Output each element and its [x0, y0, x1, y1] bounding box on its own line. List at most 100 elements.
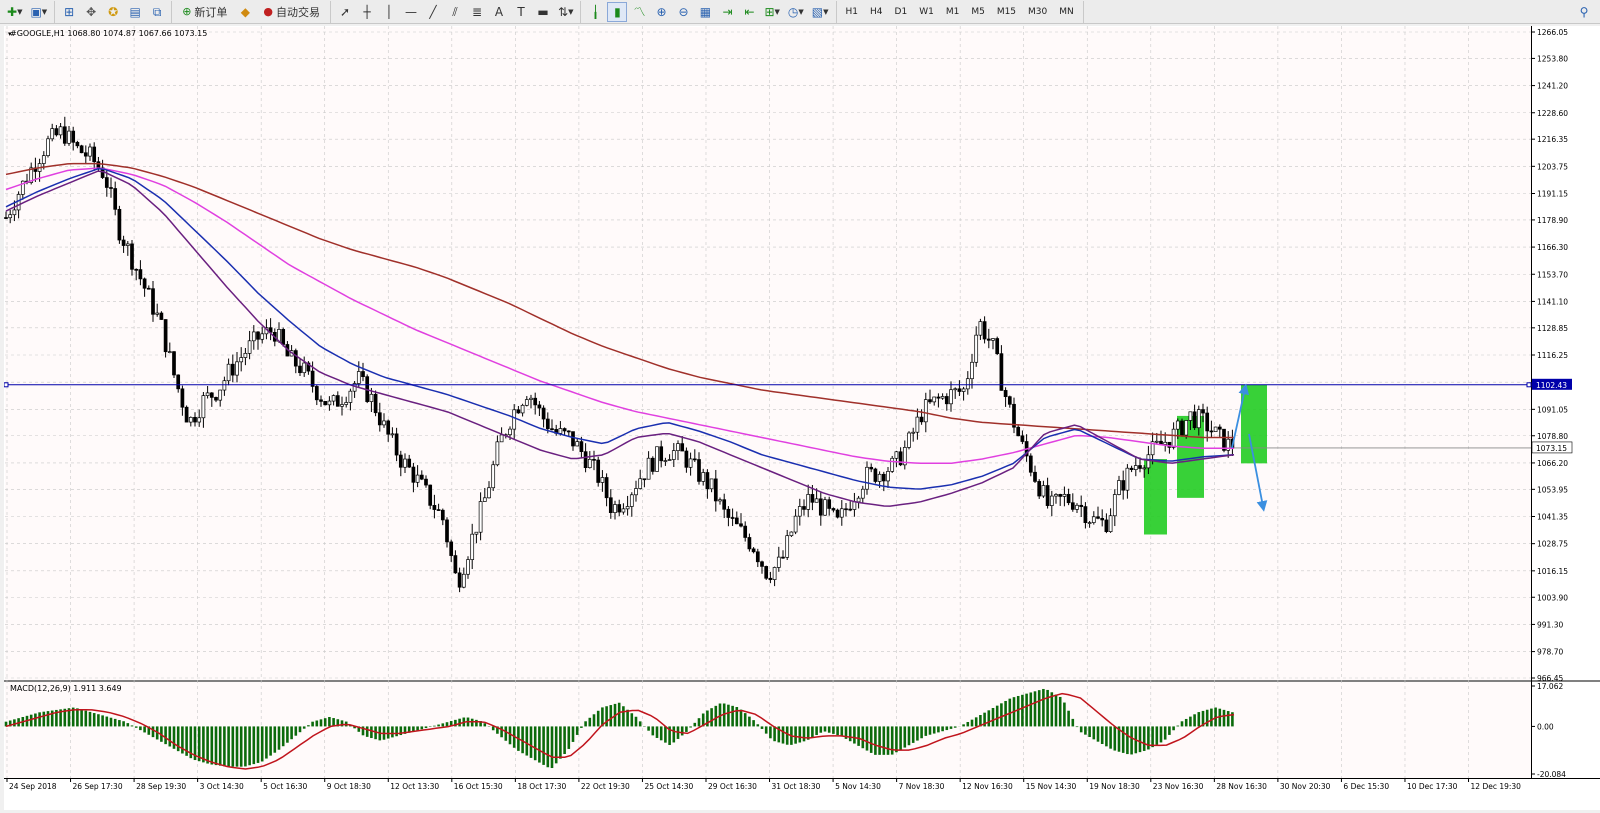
- zoom-in-button[interactable]: ⊕: [651, 2, 671, 22]
- candle-body: [1096, 516, 1100, 519]
- time-label: 15 Nov 14:30: [1026, 782, 1077, 791]
- horizontal-line-handle[interactable]: [3, 382, 9, 388]
- text-button[interactable]: A: [489, 2, 509, 22]
- candle-body: [1003, 390, 1008, 398]
- time-label: 25 Oct 14:30: [644, 782, 693, 791]
- candle-body: [79, 145, 84, 154]
- candle-body: [436, 509, 441, 511]
- time-label: 18 Oct 17:30: [517, 782, 566, 791]
- candle-body: [104, 177, 109, 188]
- channel-button[interactable]: ⫽: [445, 2, 465, 22]
- candle-body: [1209, 430, 1214, 433]
- chart-shift-button[interactable]: ⇤: [739, 2, 759, 22]
- candlestick-button[interactable]: ▮: [607, 1, 628, 22]
- candle-body: [722, 499, 727, 510]
- candle-body: [491, 464, 496, 489]
- candle-body: [860, 488, 865, 499]
- candle-body: [760, 561, 764, 567]
- chart-window[interactable]: 1266.05 1253.80 1241.20 1228.60 1216.35 1203.…: [3, 26, 1600, 810]
- metaeditor-button[interactable]: ◆: [235, 2, 255, 22]
- market-watch-button[interactable]: ⊞: [59, 2, 79, 22]
- price-label: 1041.35: [1537, 513, 1568, 522]
- candle-body: [1133, 465, 1138, 470]
- strategy-tester-button[interactable]: ⧉: [147, 2, 167, 22]
- vertical-line-button[interactable]: │: [379, 2, 399, 22]
- candle-body: [625, 506, 630, 510]
- candle-body: [386, 420, 391, 435]
- search-button[interactable]: ⚲: [1574, 2, 1594, 22]
- candle-body: [390, 433, 395, 436]
- candle-body: [579, 441, 584, 453]
- data-window-button[interactable]: ✪: [103, 2, 123, 22]
- new-order-button[interactable]: ⊕ 新订单: [176, 2, 233, 22]
- timeframe-button-h1[interactable]: H1: [841, 2, 864, 22]
- new-order-label: 新订单: [194, 5, 228, 19]
- timeframe-button-m5[interactable]: M5: [966, 2, 990, 22]
- candle-body: [970, 361, 974, 380]
- candle-body: [125, 243, 130, 246]
- candle-body: [260, 333, 265, 340]
- cursor-button[interactable]: ➚: [335, 2, 355, 22]
- horizontal-line-button[interactable]: —: [401, 2, 421, 22]
- horizontal-line-handle[interactable]: [1526, 382, 1532, 388]
- candle-body: [432, 505, 437, 510]
- chevron-down-icon: ▼: [568, 7, 574, 16]
- periods-button[interactable]: ◷ ▼: [785, 2, 807, 22]
- indicators-button[interactable]: ⊞ ▼: [761, 2, 782, 22]
- rectangle-button[interactable]: ▬: [533, 2, 553, 22]
- candle-body: [327, 400, 332, 406]
- candle-body: [71, 130, 76, 143]
- candle-body: [398, 454, 403, 468]
- candle-body: [1180, 420, 1184, 436]
- candle-body: [873, 468, 878, 482]
- bar-chart-button[interactable]: ╽: [585, 2, 605, 22]
- candle-body: [155, 312, 160, 315]
- crosshair-button[interactable]: ┼: [357, 2, 377, 22]
- autoscroll-button[interactable]: ⇥: [717, 2, 737, 22]
- candle-body: [537, 404, 542, 409]
- zoom-out-button[interactable]: ⊖: [673, 2, 693, 22]
- candle-body: [583, 451, 588, 469]
- profiles-button[interactable]: ▣ ▼: [27, 2, 50, 22]
- new-chart-button[interactable]: ✚ ▼: [4, 2, 25, 22]
- timeframe-button-d1[interactable]: D1: [890, 2, 913, 22]
- templates-icon: ▧: [811, 4, 824, 19]
- timeframe-button-m30[interactable]: M30: [1023, 2, 1052, 22]
- candle-body: [205, 392, 210, 396]
- text-label-button[interactable]: T: [511, 2, 531, 22]
- auto-trading-button[interactable]: ● 自动交易: [257, 2, 326, 22]
- tile-windows-button[interactable]: ▦: [695, 2, 715, 22]
- candle-body: [1049, 495, 1054, 506]
- candle-body: [529, 397, 533, 400]
- highlight-rectangle[interactable]: [1144, 459, 1167, 535]
- timeframe-button-w1[interactable]: W1: [914, 2, 939, 22]
- timeframe-button-m15[interactable]: M15: [992, 2, 1021, 22]
- candle-body: [991, 338, 995, 341]
- candle-body: [755, 551, 760, 563]
- highlight-rectangle[interactable]: [1241, 384, 1267, 464]
- timeframe-button-m1[interactable]: M1: [941, 2, 965, 22]
- candle-body: [1117, 480, 1121, 495]
- price-chart[interactable]: 1266.05 1253.80 1241.20 1228.60 1216.35 1203.…: [3, 26, 1600, 810]
- time-label: 12 Nov 16:30: [962, 782, 1013, 791]
- price-label: 1228.60: [1537, 109, 1568, 118]
- arrows-button[interactable]: ⇅ ▼: [555, 2, 576, 22]
- terminal-button[interactable]: ▤: [125, 2, 145, 22]
- candle-body: [457, 572, 462, 588]
- chart-menu-icon[interactable]: ▾: [8, 30, 12, 38]
- price-label: 1091.05: [1537, 405, 1568, 414]
- line-chart-button[interactable]: 〽: [629, 2, 649, 22]
- candle-body: [1041, 485, 1046, 497]
- candle-body: [789, 531, 794, 537]
- candle-body: [83, 152, 88, 157]
- candle-body: [953, 388, 958, 391]
- candle-body: [340, 404, 344, 407]
- timeframe-button-h4[interactable]: H4: [865, 2, 888, 22]
- candle-body: [46, 138, 50, 156]
- timeframe-button-mn[interactable]: MN: [1054, 2, 1079, 22]
- fibonacci-button[interactable]: ≣: [467, 2, 487, 22]
- trendline-button[interactable]: ╱: [423, 2, 443, 22]
- templates-button[interactable]: ▧ ▼: [809, 2, 832, 22]
- navigator-button[interactable]: ✥: [81, 2, 101, 22]
- candle-body: [394, 433, 399, 456]
